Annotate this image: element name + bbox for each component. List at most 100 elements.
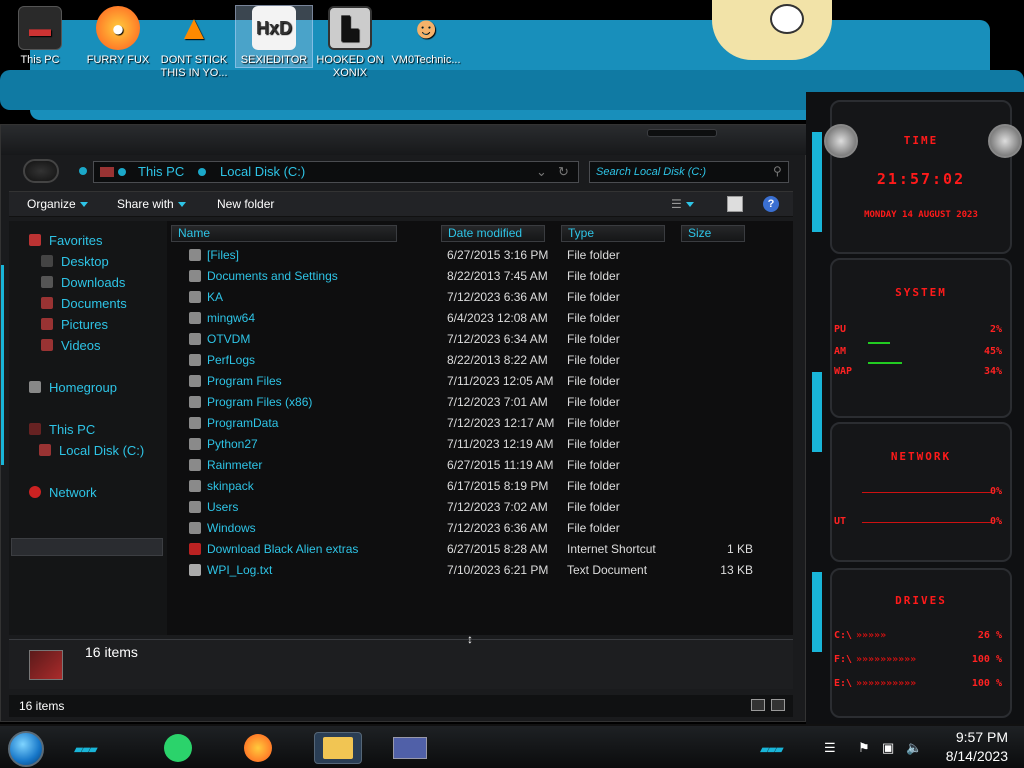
address-bar[interactable]: This PC Local Disk (C:) ⌄ ↻ xyxy=(93,161,579,183)
table-row[interactable]: Python27 7/11/2023 12:19 AM File folder xyxy=(167,434,793,455)
table-row[interactable]: Documents and Settings 8/22/2013 7:45 AM F… xyxy=(167,266,793,287)
table-row[interactable]: PerfLogs 8/22/2013 8:22 AM File folder xyxy=(167,350,793,371)
breadcrumb-this-pc[interactable]: This PC xyxy=(138,162,184,182)
new-folder-button[interactable]: New folder xyxy=(217,197,274,211)
file-date: 6/27/2015 8:28 AM xyxy=(447,542,548,556)
xonix-icon: ▙ xyxy=(328,6,372,50)
table-row[interactable]: WPI_Log.txt 7/10/2023 6:21 PM Text Documen… xyxy=(167,560,793,581)
desktop-icon-firefox[interactable]: ● FURRY FUX xyxy=(82,6,154,67)
file-name: Program Files (x86) xyxy=(207,395,313,409)
column-name[interactable]: Name xyxy=(171,225,397,242)
file-icon xyxy=(189,564,201,576)
nav-network[interactable]: Network xyxy=(29,485,97,500)
drives-panel: DRIVES C:\ »»»»» 26 % F:\ »»»»»»»»»» 100… xyxy=(830,568,1012,718)
hex-editor-icon: HxD xyxy=(252,6,296,50)
system-panel: SYSTEM PU 2% AM 45% WAP 34% xyxy=(830,258,1012,418)
file-icon xyxy=(189,543,201,555)
organize-button[interactable]: Organize xyxy=(27,197,88,211)
column-size[interactable]: Size xyxy=(681,225,745,242)
desktop-icon-vm0[interactable]: ☻ VM0Technic... xyxy=(390,6,462,67)
net-out-label: UT xyxy=(834,516,847,527)
file-date: 7/12/2023 7:02 AM xyxy=(447,500,548,514)
file-list-pane: Name Date modified Type Size [Files] 6/27… xyxy=(167,221,793,635)
drive-icon xyxy=(39,444,51,456)
file-type: File folder xyxy=(567,269,620,283)
pane-resize-handle[interactable]: ↕ xyxy=(467,632,473,646)
table-row[interactable]: Users 7/12/2023 7:02 AM File folder xyxy=(167,497,793,518)
table-row[interactable]: Download Black Alien extras 6/27/2015 8:2… xyxy=(167,539,793,560)
pc-small-icon xyxy=(100,167,114,177)
nav-homegroup[interactable]: Homegroup xyxy=(29,380,117,395)
back-forward-button[interactable] xyxy=(23,159,59,183)
search-icon[interactable]: ⚲ xyxy=(773,164,782,178)
nav-desktop[interactable]: Desktop xyxy=(41,254,109,269)
table-row[interactable]: ProgramData 7/12/2023 12:17 AM File folder xyxy=(167,413,793,434)
file-date: 7/12/2023 12:17 AM xyxy=(447,416,555,430)
taskbar-notes-app[interactable] xyxy=(160,732,196,764)
vlc-icon: ▲ xyxy=(177,8,211,47)
nav-favorites[interactable]: Favorites xyxy=(29,233,102,248)
table-row[interactable]: Windows 7/12/2023 6:36 AM File folder xyxy=(167,518,793,539)
table-row[interactable]: Rainmeter 6/27/2015 11:19 AM File folder xyxy=(167,455,793,476)
taskbar-firefox[interactable] xyxy=(240,732,276,764)
file-type: Internet Shortcut xyxy=(567,542,656,556)
desktop-icon-xonix[interactable]: ▙ HOOKED ON XONIX xyxy=(314,6,386,80)
file-name: OTVDM xyxy=(207,332,251,346)
desktop-icon-this-pc[interactable]: ▬ This PC xyxy=(4,6,76,67)
nav-local-disk[interactable]: Local Disk (C:) xyxy=(39,443,144,458)
details-view-icon[interactable] xyxy=(751,699,765,711)
breadcrumb-local-disk[interactable]: Local Disk (C:) xyxy=(220,162,305,182)
table-row[interactable]: OTVDM 7/12/2023 6:34 AM File folder xyxy=(167,329,793,350)
network-icon xyxy=(29,486,41,498)
recent-pages-icon[interactable] xyxy=(79,167,87,175)
table-row[interactable]: KA 7/12/2023 6:36 AM File folder xyxy=(167,287,793,308)
taskbar-window-app[interactable] xyxy=(384,732,436,764)
file-name: Documents and Settings xyxy=(207,269,338,283)
taskbar-accent: ▰▰▰ xyxy=(760,742,784,756)
taskbar-file-explorer[interactable] xyxy=(314,732,362,764)
start-button[interactable] xyxy=(8,731,44,767)
network-tray-icon[interactable]: ▣ xyxy=(882,740,894,756)
file-name: Download Black Alien extras xyxy=(207,542,359,556)
desktop-icon-hex-editor[interactable]: HxD SEXIEDITOR xyxy=(235,5,313,68)
file-name: ProgramData xyxy=(207,416,279,430)
drive-f-label: F:\ xyxy=(834,654,853,665)
large-icons-view-icon[interactable] xyxy=(771,699,785,711)
chevron-down-icon[interactable]: ⌄ xyxy=(536,162,547,182)
breadcrumb-separator-icon xyxy=(198,168,206,176)
desktop: ▬ This PC ● FURRY FUX ▲ DONT STICK THIS … xyxy=(0,0,1024,768)
help-icon[interactable]: ? xyxy=(763,196,779,212)
view-options-icon[interactable]: ☰ xyxy=(671,197,694,211)
file-date: 7/12/2023 7:01 AM xyxy=(447,395,548,409)
nav-pictures[interactable]: Pictures xyxy=(41,317,108,332)
nav-documents[interactable]: Documents xyxy=(41,296,127,311)
desktop-icon-vlc[interactable]: ▲ DONT STICK THIS IN YO... xyxy=(158,6,230,80)
nav-videos[interactable]: Videos xyxy=(41,338,101,353)
taskbar-clock[interactable]: 9:57 PM 8/14/2023 xyxy=(946,728,1008,766)
table-row[interactable]: mingw64 6/4/2023 12:08 AM File folder xyxy=(167,308,793,329)
chevron-down-icon xyxy=(177,202,186,208)
search-input[interactable]: Search Local Disk (C:) xyxy=(589,161,789,183)
table-row[interactable]: skinpack 6/17/2015 8:19 PM File folder xyxy=(167,476,793,497)
nav-this-pc[interactable]: This PC xyxy=(29,422,95,437)
volume-icon[interactable]: 🔈 xyxy=(906,740,922,756)
action-center-icon[interactable]: ☰ xyxy=(824,740,836,756)
column-type[interactable]: Type xyxy=(561,225,665,242)
file-type: File folder xyxy=(567,395,620,409)
file-type: File folder xyxy=(567,500,620,514)
homegroup-icon xyxy=(29,381,41,393)
drive-e-value: 100 % xyxy=(971,678,1002,689)
column-date-modified[interactable]: Date modified xyxy=(441,225,545,242)
share-with-button[interactable]: Share with xyxy=(117,197,186,211)
drive-c-label: C:\ xyxy=(834,630,853,641)
drive-e-bar: »»»»»»»»»» xyxy=(856,678,917,689)
file-type: File folder xyxy=(567,479,620,493)
system-title: SYSTEM xyxy=(895,286,947,299)
table-row[interactable]: Program Files 7/11/2023 12:05 AM File fold… xyxy=(167,371,793,392)
table-row[interactable]: Program Files (x86) 7/12/2023 7:01 AM File… xyxy=(167,392,793,413)
table-row[interactable]: [Files] 6/27/2015 3:16 PM File folder xyxy=(167,245,793,266)
nav-downloads[interactable]: Downloads xyxy=(41,275,125,290)
refresh-icon[interactable]: ↻ xyxy=(558,162,569,182)
preview-pane-icon[interactable] xyxy=(727,196,743,212)
flag-icon[interactable]: ⚑ xyxy=(858,740,870,756)
